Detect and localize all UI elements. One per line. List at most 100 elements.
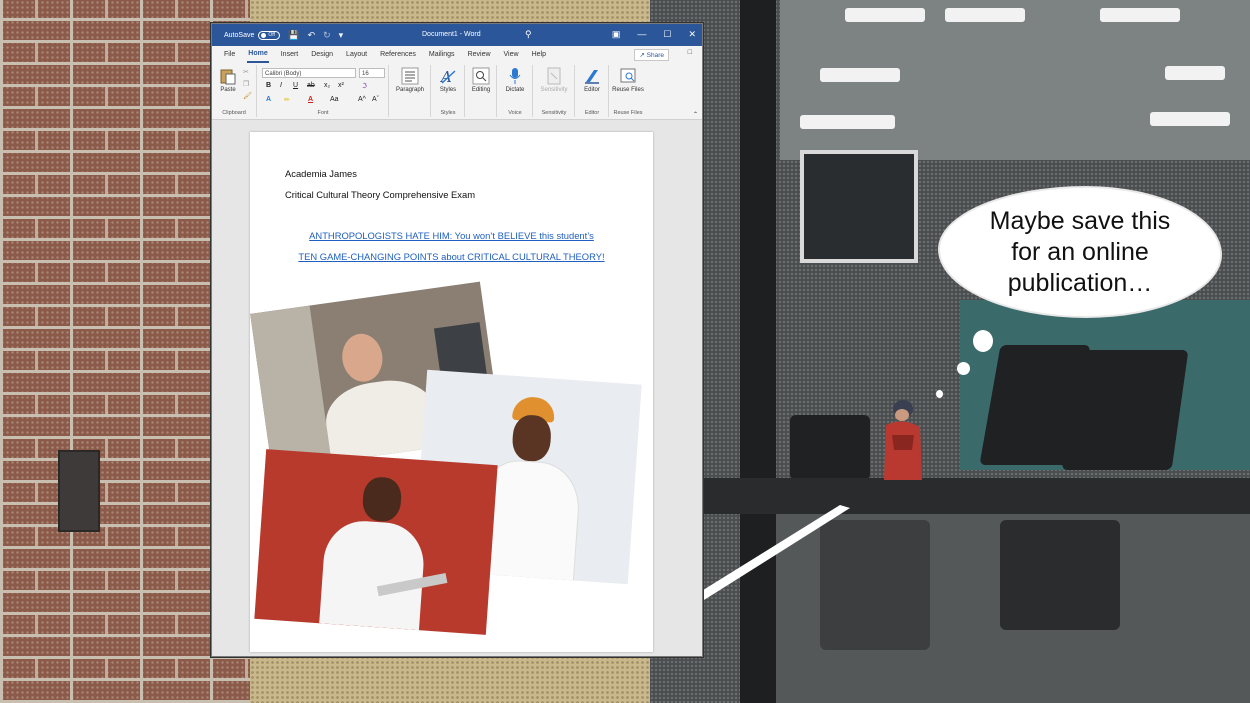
paste-icon — [220, 69, 236, 85]
autosave-label: AutoSave — [224, 31, 255, 39]
tab-references[interactable]: References — [379, 47, 417, 62]
change-case-button[interactable]: Aa — [330, 96, 339, 103]
styles-group-label: Styles — [440, 110, 456, 116]
ceiling-light — [800, 115, 895, 129]
word-window: AutoSave Off 💾 ↶ ↻ ▾ Document1 - Word ⚲ … — [211, 23, 703, 657]
copy-icon[interactable]: ❐ — [243, 80, 249, 88]
superscript-button[interactable]: x² — [338, 82, 344, 89]
editing-group: Editing — [466, 65, 497, 117]
paste-button[interactable]: Paste — [215, 67, 241, 93]
cut-icon[interactable]: ✂ — [243, 68, 249, 76]
editing-label: Editing — [471, 87, 491, 93]
strikethrough-button[interactable]: ab — [307, 82, 315, 89]
ceiling-light — [1150, 112, 1230, 126]
underline-button[interactable]: U — [293, 82, 298, 89]
search-icon[interactable]: ⚲ — [525, 29, 532, 40]
thought-dot — [957, 362, 970, 375]
close-icon[interactable]: ✕ — [688, 29, 696, 40]
photo-man-laptop — [254, 449, 498, 635]
font-size-select[interactable]: 16 — [359, 68, 385, 78]
reuse-files-group-label: Reuse Files — [613, 110, 643, 116]
bold-button[interactable]: B — [266, 82, 271, 89]
tab-home[interactable]: Home — [247, 46, 269, 63]
ribbon: Paste ✂ ❐ 🖌 Clipboard Calibri (Body) 16 … — [212, 63, 702, 120]
ceiling-light — [945, 8, 1025, 22]
reuse-files-label: Reuse Files — [612, 87, 644, 93]
styles-icon: A — [439, 68, 456, 85]
tab-insert[interactable]: Insert — [280, 47, 300, 62]
voice-group: Dictate Voice — [498, 65, 533, 117]
dictate-label: Dictate — [505, 87, 525, 93]
speech-pointer — [700, 505, 850, 600]
customize-qat-icon[interactable]: ▾ — [339, 30, 344, 41]
paragraph-button[interactable]: Paragraph — [392, 67, 428, 93]
italic-button[interactable]: I — [280, 82, 282, 89]
font-color-icon[interactable]: A — [308, 96, 313, 103]
tab-help[interactable]: Help — [531, 47, 547, 62]
tab-design[interactable]: Design — [310, 47, 334, 62]
editor-group-label: Editor — [584, 110, 600, 116]
clear-formatting-icon[interactable]: ℑ — [362, 82, 367, 90]
thought-bubble: Maybe save this for an online publicatio… — [940, 188, 1220, 316]
highlight-icon[interactable]: ✏ — [284, 96, 290, 104]
clickbait-link-line1[interactable]: ANTHROPOLOGISTS HATE HIM: You won’t BELI… — [250, 230, 653, 241]
paragraph-label: Paragraph — [395, 87, 425, 93]
sensitivity-group-label: Sensitivity — [541, 110, 567, 116]
find-icon — [472, 67, 490, 85]
thought-dot — [973, 330, 993, 352]
ceiling-light — [1100, 8, 1180, 22]
sensitivity-icon — [547, 67, 561, 85]
clipboard-group-label: Clipboard — [222, 110, 246, 116]
shrink-font-button[interactable]: Aˇ — [372, 96, 379, 103]
editor-button[interactable]: Editor — [578, 67, 606, 93]
reuse-files-icon — [620, 68, 636, 83]
maximize-icon[interactable]: ☐ — [663, 29, 671, 40]
comments-icon[interactable]: □ — [688, 49, 692, 56]
autosave-toggle[interactable]: Off — [258, 30, 281, 40]
voice-group-label: Voice — [508, 110, 522, 116]
font-name-select[interactable]: Calibri (Body) — [262, 68, 356, 78]
tab-view[interactable]: View — [503, 47, 520, 62]
ceiling-light — [1165, 66, 1225, 80]
clipboard-group: Paste ✂ ❐ 🖌 Clipboard — [212, 65, 257, 117]
collapse-ribbon-icon[interactable]: ⌃ — [693, 111, 698, 118]
undo-icon[interactable]: ↶ — [308, 30, 316, 41]
editor-label: Editor — [584, 87, 600, 93]
tab-review[interactable]: Review — [467, 47, 492, 62]
redo-icon[interactable]: ↻ — [323, 30, 331, 41]
tab-layout[interactable]: Layout — [345, 47, 368, 62]
photo-face — [511, 413, 553, 463]
reuse-files-button[interactable]: Reuse Files — [612, 67, 644, 93]
tab-file[interactable]: File — [223, 47, 236, 62]
photo-face — [339, 331, 386, 385]
sensitivity-button[interactable]: Sensitivity — [536, 67, 572, 93]
styles-button[interactable]: A Styles — [434, 67, 462, 93]
author-line: Academia James — [285, 168, 357, 179]
ribbon-tabs: File Home Insert Design Layout Reference… — [212, 46, 702, 63]
photo-shelf — [250, 305, 332, 471]
reuse-files-group: Reuse Files Reuse Files — [610, 65, 646, 117]
grow-font-button[interactable]: A^ — [358, 96, 366, 103]
microphone-icon — [509, 68, 521, 84]
paste-label: Paste — [220, 87, 236, 93]
minimize-icon[interactable]: — — [637, 29, 646, 40]
person-figure — [884, 400, 922, 480]
ribbon-display-icon[interactable]: ▣ — [612, 29, 621, 40]
sensitivity-group: Sensitivity Sensitivity — [534, 65, 575, 117]
photo-face — [361, 476, 403, 523]
dictate-button[interactable]: Dictate — [500, 67, 530, 93]
document-area: Academia James Critical Cultural Theory … — [212, 120, 702, 656]
text-effects-icon[interactable]: A — [266, 96, 271, 103]
editor-icon — [585, 70, 599, 84]
editing-button[interactable]: Editing — [467, 67, 495, 93]
format-painter-icon[interactable]: 🖌 — [243, 92, 252, 100]
chair — [790, 415, 870, 480]
save-icon[interactable]: 💾 — [288, 30, 299, 41]
document-page[interactable]: Academia James Critical Cultural Theory … — [250, 132, 653, 652]
clickbait-link-line2[interactable]: TEN GAME-CHANGING POINTS about CRITICAL … — [250, 251, 653, 262]
tab-mailings[interactable]: Mailings — [428, 47, 456, 62]
subscript-button[interactable]: x₂ — [324, 82, 330, 89]
share-button[interactable]: ↗ Share — [634, 49, 669, 61]
ceiling-light — [845, 8, 925, 22]
chair — [1000, 520, 1120, 630]
